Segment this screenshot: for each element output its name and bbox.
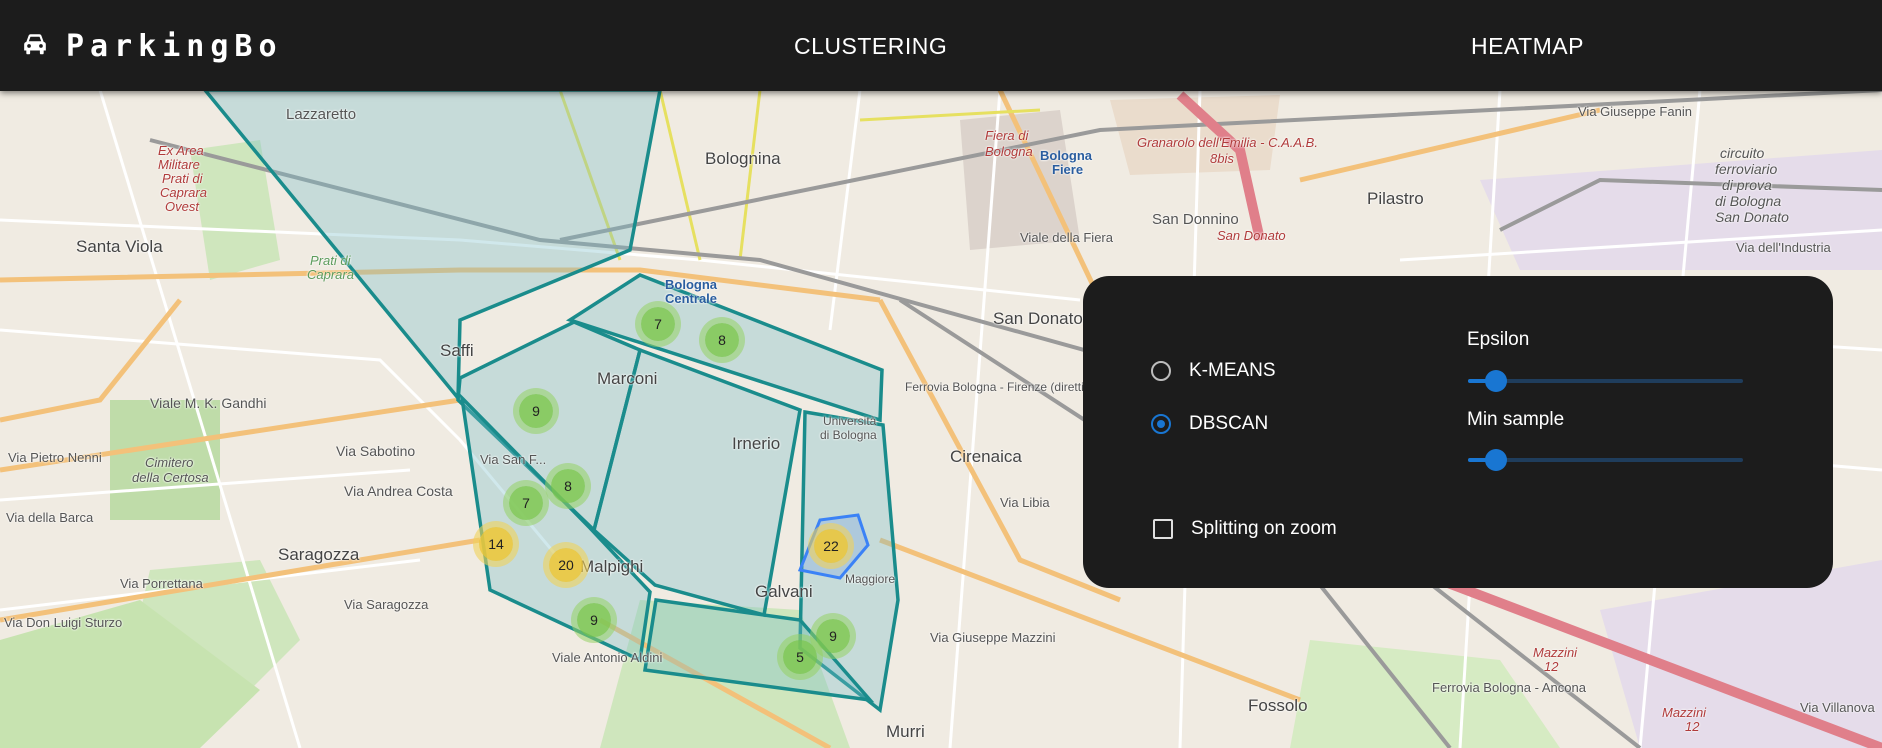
car-icon (22, 33, 66, 60)
map-label: della Certosa (132, 470, 209, 485)
map-label: 8bis (1210, 151, 1234, 166)
map-label: Prati di (162, 171, 203, 186)
map-label: Fiere (1052, 162, 1084, 177)
map-label: Via Pietro Nenni (8, 450, 102, 465)
nav-heatmap[interactable]: HEATMAP (1471, 26, 1584, 66)
map-label: Caprara (160, 185, 207, 200)
nav-clustering[interactable]: CLUSTERING (794, 26, 947, 66)
radio-button[interactable] (1151, 414, 1171, 434)
map-label: Pilastro (1367, 189, 1424, 208)
map-label: di Bologna (1715, 193, 1782, 209)
radio-label: DBSCAN (1189, 413, 1269, 434)
cluster-marker[interactable]: 8 (551, 469, 585, 503)
brand[interactable]: ParkingBo (22, 26, 283, 66)
radio-kmeans[interactable]: K-MEANS (1151, 360, 1276, 382)
map-label: Saffi (440, 341, 474, 360)
map-label: Marconi (597, 369, 658, 388)
map-label: Saragozza (278, 545, 360, 564)
map-label: Bologna (665, 277, 717, 292)
cluster-marker[interactable]: 20 (549, 548, 583, 582)
map-label: Cimitero (145, 455, 194, 470)
map-label: di Bologna (820, 428, 877, 442)
map-label: Mazzini (1662, 705, 1707, 720)
radio-button[interactable] (1151, 361, 1171, 381)
map-label: Galvani (755, 582, 813, 601)
map-label: Maggiore (845, 572, 896, 586)
checkbox[interactable] (1153, 519, 1173, 539)
map-label: Via Villanova (1800, 700, 1875, 715)
brand-title: ParkingBo (66, 28, 283, 64)
map-label: Viale M. K. Gandhi (150, 395, 267, 411)
map-label: Cirenaica (950, 447, 1022, 466)
map-label: 12 (1544, 659, 1559, 674)
map-label: Via Giuseppe Mazzini (930, 630, 1056, 645)
map-label: San Donato (993, 309, 1083, 328)
map-label: Ferrovia Bologna - Ancona (1432, 680, 1586, 695)
map-label: Via Saragozza (344, 597, 429, 612)
map-label: Malpighi (580, 557, 644, 576)
map-label: Murri (886, 722, 925, 741)
map-label: Granarolo dell'Emilia - C.A.A.B. (1137, 135, 1318, 150)
map-label: Via dell'Industria (1736, 240, 1831, 255)
map-label: Fiera di (985, 128, 1029, 143)
map-label: Università (823, 414, 877, 428)
slider-track (1468, 458, 1743, 462)
map-label: Irnerio (732, 434, 781, 453)
map-label: 12 (1685, 719, 1700, 734)
slider-thumb[interactable] (1484, 370, 1507, 392)
map-label: Via della Barca (6, 510, 94, 525)
map-label: Via Libia (1000, 495, 1050, 510)
slider-thumb[interactable] (1484, 449, 1507, 471)
map-label: San Donato (1217, 228, 1286, 243)
map-label: San Donato (1715, 209, 1789, 225)
map-label: Via San F... (480, 452, 547, 467)
cluster-marker[interactable]: 9 (577, 603, 611, 637)
map-label: Centrale (665, 291, 718, 306)
map-label: San Donnino (1152, 211, 1239, 228)
map-label: Fossolo (1248, 696, 1308, 715)
map-label: Mazzini (1533, 645, 1578, 660)
cluster-marker[interactable]: 22 (814, 529, 848, 563)
map-label: Via Andrea Costa (344, 483, 453, 499)
map-label: Bologna (1040, 148, 1092, 163)
map-label: circuito (1720, 145, 1765, 161)
cluster-marker[interactable]: 8 (705, 323, 739, 357)
map-label: ferroviario (1715, 161, 1778, 177)
slider-track (1468, 379, 1743, 383)
radio-dbscan[interactable]: DBSCAN (1151, 413, 1268, 435)
radio-label: K-MEANS (1189, 360, 1276, 381)
cluster-marker[interactable]: 5 (783, 640, 817, 674)
map-label: Viale Antonio Aldini (552, 650, 663, 665)
min-sample-slider[interactable] (1468, 447, 1743, 473)
map-label: Ex Area (158, 143, 204, 158)
map-label: Caprara (307, 267, 354, 282)
map-label: Lazzaretto (286, 106, 357, 123)
top-app-bar: ParkingBo CLUSTERING HEATMAP (0, 0, 1882, 91)
map-label: di prova (1722, 177, 1772, 193)
epsilon-slider[interactable] (1468, 368, 1743, 394)
cluster-marker[interactable]: 14 (479, 527, 513, 561)
epsilon-label: Epsilon (1467, 329, 1530, 350)
cluster-marker[interactable]: 7 (641, 307, 675, 341)
map-label: Via Porrettana (120, 576, 203, 591)
clustering-controls-panel: K-MEANS DBSCAN Epsilon Min sample Splitt… (1083, 276, 1833, 588)
map-label: Bolognina (705, 149, 781, 168)
map-label: Ferrovia Bologna - Firenze (diretti...) (905, 380, 1098, 394)
checkbox-label: Splitting on zoom (1191, 518, 1337, 539)
cluster-marker[interactable]: 9 (519, 394, 553, 428)
map-label: Santa Viola (76, 237, 163, 256)
map-label: Bologna (985, 144, 1033, 159)
min-sample-label: Min sample (1467, 409, 1565, 430)
map-label: Prati di (310, 253, 351, 268)
map-label: Viale della Fiera (1020, 230, 1113, 245)
map-label: Via Giuseppe Fanin (1578, 104, 1692, 119)
map-label: Ovest (165, 199, 199, 214)
map-label: Militare (158, 157, 200, 172)
cluster-marker[interactable]: 9 (816, 619, 850, 653)
map-label: Via Sabotino (336, 443, 416, 459)
cluster-marker[interactable]: 7 (509, 486, 543, 520)
map-label: Via Don Luigi Sturzo (4, 615, 123, 630)
splitting-on-zoom-toggle[interactable]: Splitting on zoom (1153, 518, 1337, 540)
